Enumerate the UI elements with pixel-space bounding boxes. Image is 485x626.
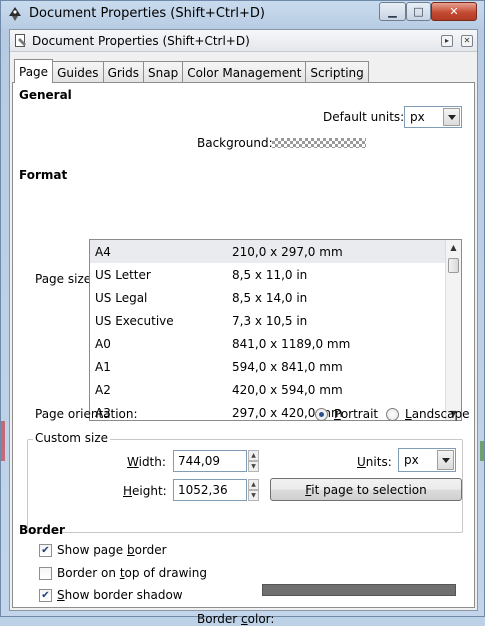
page-size-name: A0 [95, 336, 111, 351]
spin-up-icon[interactable]: ▲ [248, 450, 259, 461]
page-size-scrollbar[interactable]: ▲ ▼ [445, 240, 461, 420]
general-heading: General [19, 88, 72, 102]
background-window-edge-right [480, 441, 484, 461]
portrait-radio[interactable] [315, 408, 328, 421]
tab-snap[interactable]: Snap [143, 61, 184, 83]
page-size-name: A1 [95, 359, 111, 374]
page-orientation-label: Page orientation: [35, 407, 138, 421]
default-units-select[interactable]: px [404, 106, 462, 128]
inkscape-icon [9, 7, 21, 21]
application-window: Document Properties (Shift+Ctrl+D) ▁ □ ✕… [0, 0, 485, 626]
tab-bar: Page Guides Grids Snap Color Management … [14, 59, 369, 83]
window-title: Document Properties (Shift+Ctrl+D) [29, 6, 265, 21]
maximize-button[interactable]: □ [406, 2, 431, 21]
border-color-swatch[interactable] [262, 584, 456, 596]
tab-scripting[interactable]: Scripting [305, 61, 369, 83]
height-input[interactable]: 1052,36 [173, 479, 247, 501]
scrollbar-thumb[interactable] [448, 258, 459, 273]
page-size-name: US Letter [95, 267, 151, 282]
panel-close-button[interactable]: ✕ [461, 35, 473, 47]
fit-page-to-selection-button[interactable]: Fit page to selection [270, 478, 462, 501]
spin-up-icon[interactable]: ▲ [248, 479, 259, 490]
units-value: px [404, 453, 419, 467]
chevron-down-icon [437, 450, 454, 470]
maximize-icon: □ [413, 5, 424, 18]
document-properties-panel: Document Properties (Shift+Ctrl+D) ▸ ✕ P… [9, 29, 478, 626]
width-stepper[interactable]: ▲ ▼ [248, 450, 259, 472]
units-label: Units: [357, 455, 392, 469]
page-size-name: US Legal [95, 290, 148, 305]
list-item[interactable]: A2 420,0 x 594,0 mm [90, 378, 447, 401]
page-size-dimensions: 210,0 x 297,0 mm [232, 244, 343, 259]
page-size-dimensions: 420,0 x 594,0 mm [232, 382, 343, 397]
format-heading: Format [19, 168, 68, 182]
show-page-border-label[interactable]: Show page border [57, 543, 167, 557]
list-item[interactable]: US Letter 8,5 x 11,0 in [90, 263, 447, 286]
page-size-dimensions: 8,5 x 11,0 in [232, 267, 308, 282]
tab-color-management[interactable]: Color Management [182, 61, 307, 83]
page-size-dimensions: 7,3 x 10,5 in [232, 313, 308, 328]
tab-grids[interactable]: Grids [102, 61, 144, 83]
page-size-label: Page size: [35, 272, 96, 286]
list-item[interactable]: A4 210,0 x 297,0 mm [90, 240, 447, 263]
background-color-swatch[interactable] [272, 138, 366, 148]
spin-down-icon[interactable]: ▼ [248, 490, 259, 501]
list-item[interactable]: US Executive 7,3 x 10,5 in [90, 309, 447, 332]
default-units-value: px [410, 110, 425, 124]
height-value: 1052,36 [178, 483, 228, 497]
page-size-name: US Executive [95, 313, 174, 328]
width-value: 744,09 [178, 454, 220, 468]
height-stepper[interactable]: ▲ ▼ [248, 479, 259, 501]
portrait-label[interactable]: Portrait [334, 407, 378, 421]
units-select[interactable]: px [398, 448, 456, 472]
page-size-list[interactable]: A4 210,0 x 297,0 mm US Letter 8,5 x 11,0… [89, 239, 462, 421]
page-tab-content: General Default units: px Background: Fo… [12, 82, 475, 626]
background-label: Background: [197, 136, 273, 150]
spin-down-icon[interactable]: ▼ [248, 461, 259, 472]
landscape-label[interactable]: Landscape [405, 407, 469, 421]
tab-page[interactable]: Page [14, 59, 54, 83]
custom-size-legend: Custom size [33, 431, 111, 445]
page-size-dimensions: 8,5 x 14,0 in [232, 290, 308, 305]
border-heading: Border [19, 523, 65, 537]
page-size-dimensions: 841,0 x 1189,0 mm [232, 336, 351, 351]
width-label: Width: [127, 455, 166, 469]
border-on-top-label[interactable]: Border on top of drawing [57, 566, 207, 580]
tab-guides[interactable]: Guides [52, 61, 104, 83]
close-icon: ✕ [463, 36, 471, 45]
document-properties-icon [15, 34, 26, 47]
panel-header: Document Properties (Shift+Ctrl+D) ▸ ✕ [10, 30, 477, 52]
show-page-border-checkbox[interactable]: ✔ [39, 544, 52, 557]
default-units-label: Default units: [323, 110, 405, 124]
panel-collapse-button[interactable]: ▸ [441, 35, 453, 47]
page-size-name: A4 [95, 244, 111, 259]
minimize-icon: ▁ [388, 5, 397, 18]
fit-page-label: Fit page to selection [305, 482, 427, 497]
page-size-dimensions: 594,0 x 841,0 mm [232, 359, 343, 374]
border-on-top-checkbox[interactable] [39, 567, 52, 580]
list-item[interactable]: A1 594,0 x 841,0 mm [90, 355, 447, 378]
panel-title: Document Properties (Shift+Ctrl+D) [32, 34, 250, 48]
close-icon: ✕ [449, 5, 459, 18]
width-input[interactable]: 744,09 [173, 450, 247, 472]
background-window-edge [1, 421, 5, 461]
window-titlebar[interactable]: Document Properties (Shift+Ctrl+D) ▁ □ ✕ [1, 1, 484, 29]
chevron-down-icon [443, 108, 460, 126]
minimize-button[interactable]: ▁ [379, 2, 406, 21]
show-border-shadow-checkbox[interactable]: ✔ [39, 589, 52, 602]
collapse-icon: ▸ [444, 36, 449, 45]
scroll-up-icon[interactable]: ▲ [446, 240, 461, 254]
show-border-shadow-label[interactable]: Show border shadow [57, 588, 183, 602]
border-color-label: Border color: [197, 612, 275, 626]
list-item[interactable]: A0 841,0 x 1189,0 mm [90, 332, 447, 355]
page-size-name: A2 [95, 382, 111, 397]
height-label: Height: [123, 484, 167, 498]
list-item[interactable]: US Legal 8,5 x 14,0 in [90, 286, 447, 309]
landscape-radio[interactable] [386, 408, 399, 421]
close-button[interactable]: ✕ [431, 2, 477, 21]
